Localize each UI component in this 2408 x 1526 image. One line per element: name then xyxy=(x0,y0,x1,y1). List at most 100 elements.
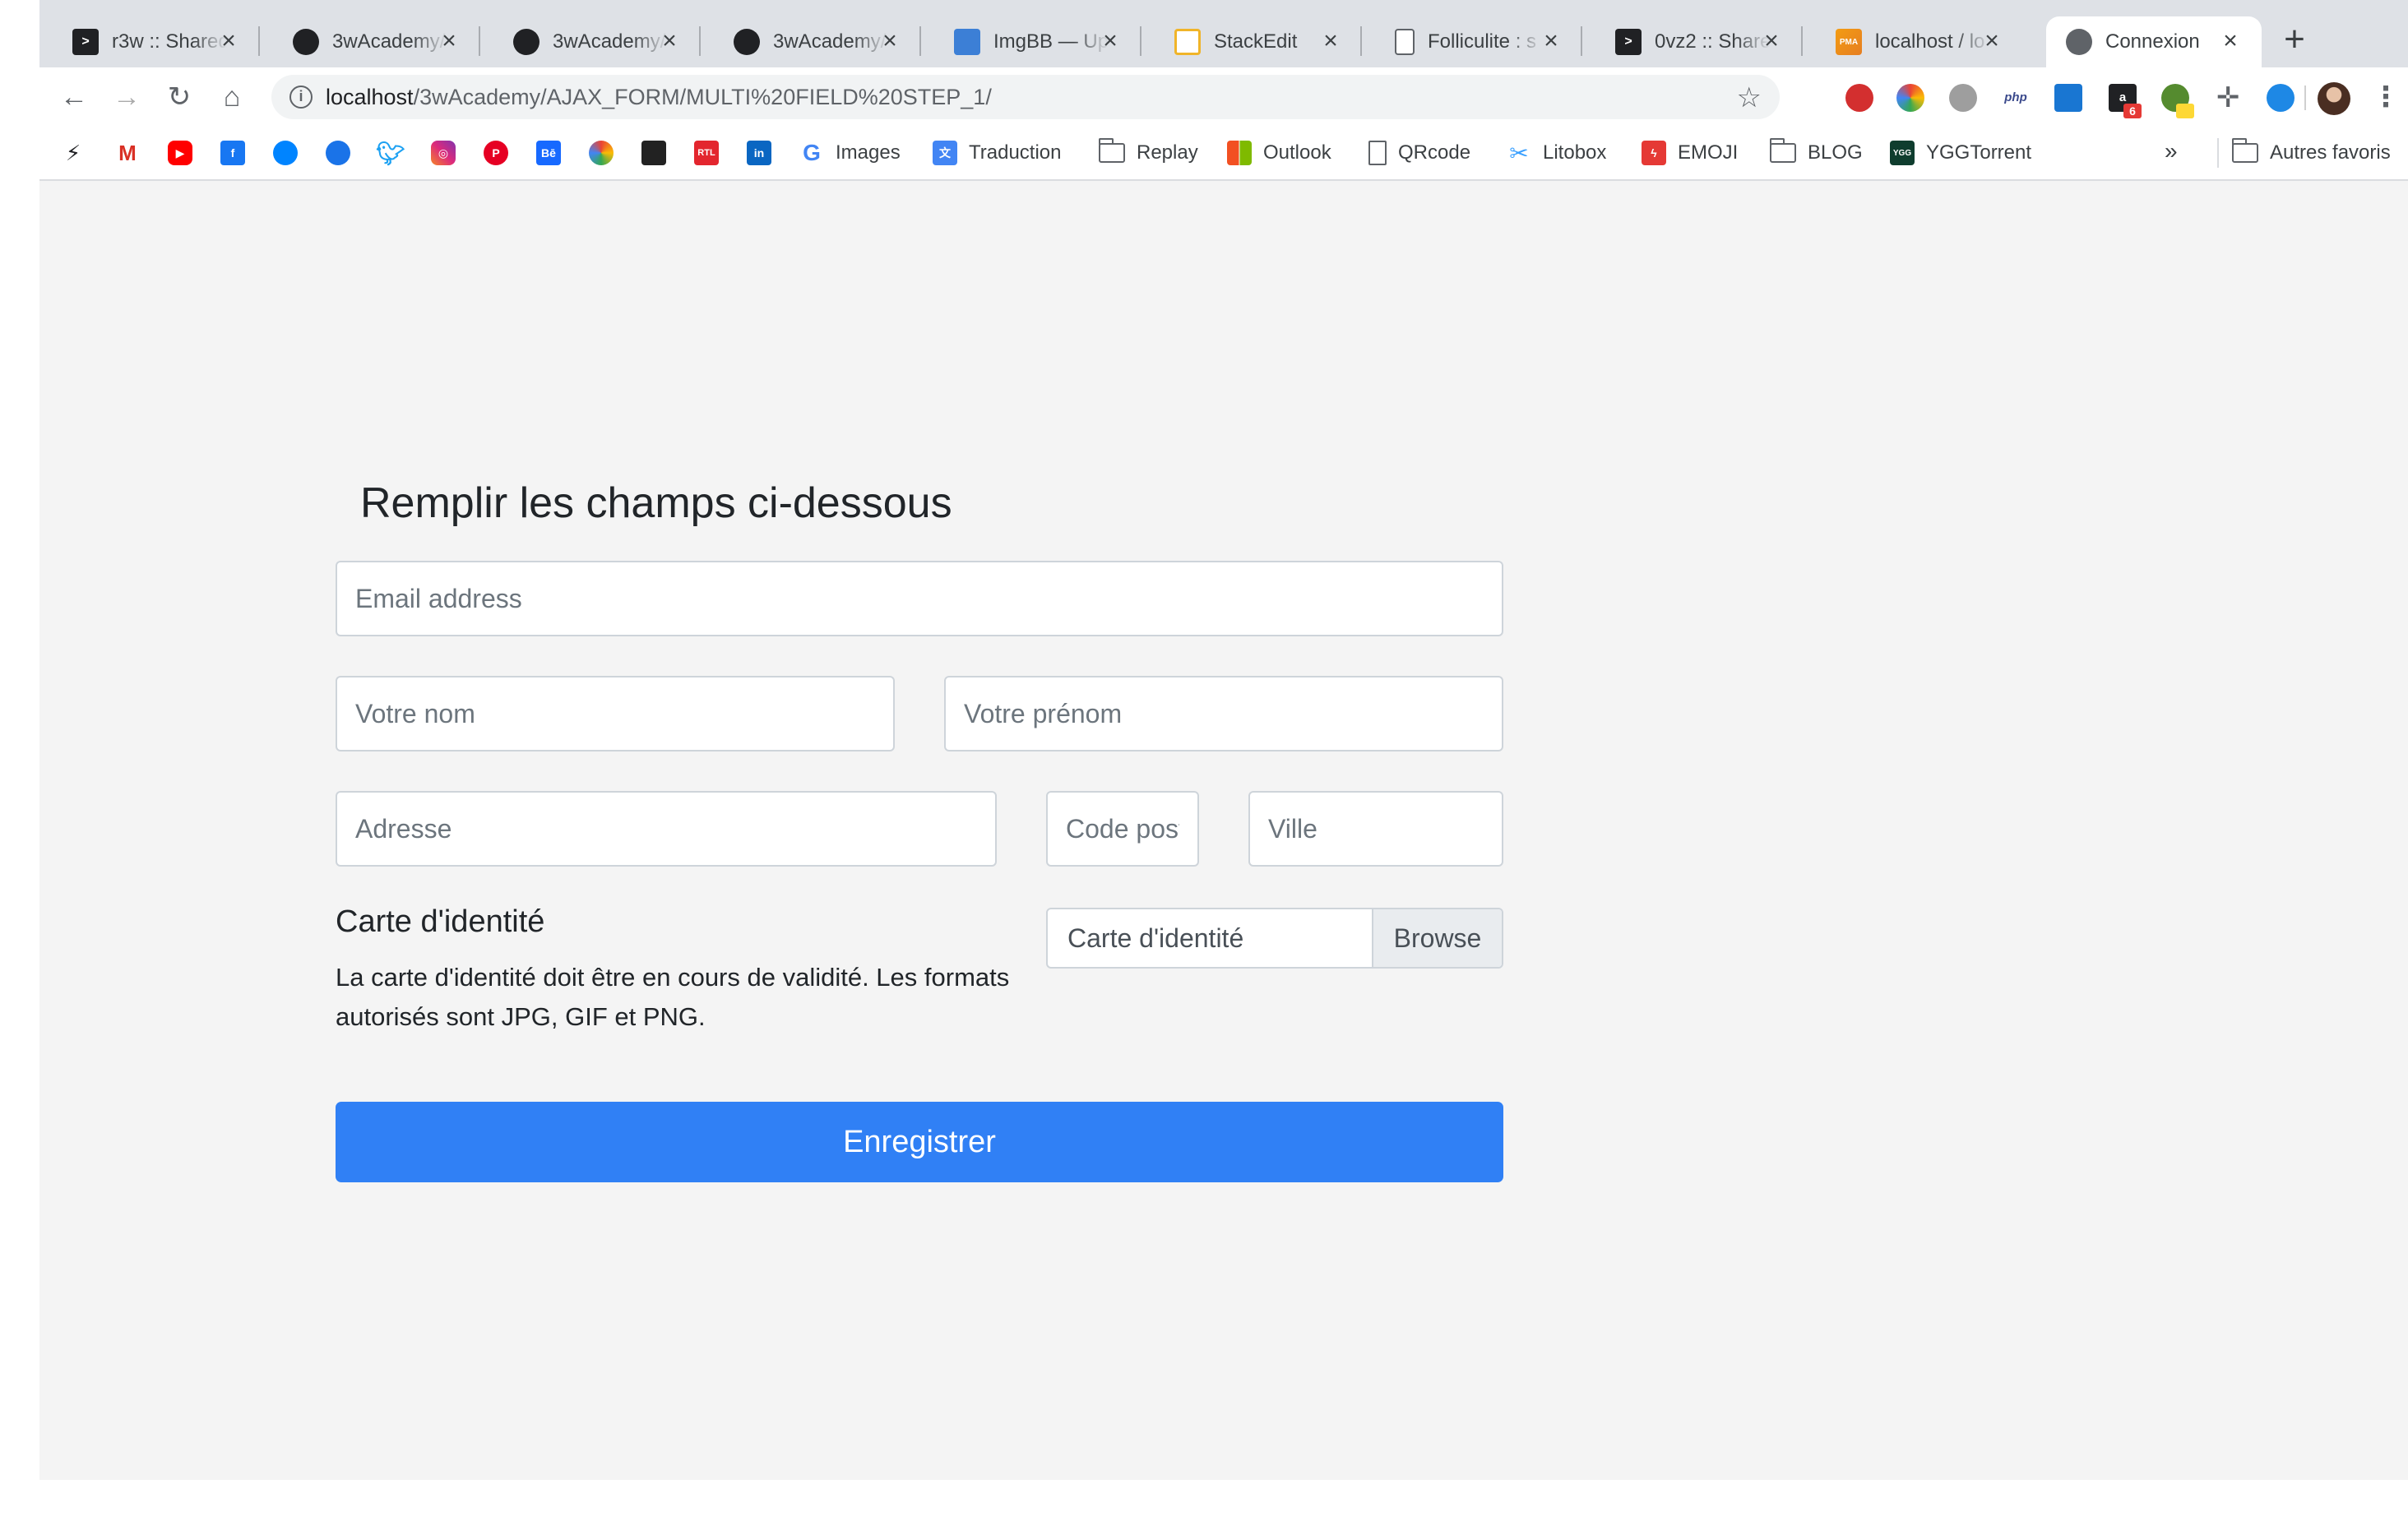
home-icon[interactable]: ⌂ xyxy=(215,81,248,113)
message-icon xyxy=(326,141,350,165)
bookmark-item[interactable]: ϟ EMOJI xyxy=(1642,138,1738,168)
bookmark-item[interactable]: in xyxy=(747,138,771,168)
tab[interactable]: StackEdit × xyxy=(1141,16,1362,67)
id-card-description: La carte d'identité doit être en cours d… xyxy=(336,963,1010,1031)
bookmark-label: Replay xyxy=(1137,141,1198,164)
close-icon[interactable]: × xyxy=(1758,28,1785,54)
bookmark-item[interactable]: 🐦︎ xyxy=(376,138,405,168)
edge-icon[interactable] xyxy=(2267,84,2295,112)
toolbar-divider xyxy=(2304,86,2306,110)
bookmark-item[interactable] xyxy=(273,138,298,168)
s-extension-icon[interactable] xyxy=(2054,84,2082,112)
submit-button[interactable]: Enregistrer xyxy=(336,1102,1503,1182)
close-icon[interactable]: × xyxy=(1979,28,2005,54)
id-card-file-input[interactable]: Carte d'identité Browse xyxy=(1046,908,1503,969)
reload-icon[interactable]: ↻ xyxy=(163,81,196,113)
deezer-icon xyxy=(641,141,666,165)
tab-active[interactable]: Connexion × xyxy=(2046,16,2262,67)
url-text[interactable]: localhost/3wAcademy/AJAX_FORM/MULTI%20FI… xyxy=(326,85,992,110)
bookmark-item[interactable]: M xyxy=(115,138,140,168)
tab[interactable]: 3wAcademy/ × xyxy=(260,16,480,67)
bookmarks-bar: ⚡ M ▶ f 🐦︎ ◎ P Bē RTL in G Images 文 Traduc… xyxy=(39,127,2408,181)
color-picker-icon[interactable] xyxy=(1896,84,1924,112)
nom-field[interactable] xyxy=(336,676,895,751)
move-icon[interactable]: ✛ xyxy=(2214,84,2242,112)
address-bar[interactable]: i localhost/3wAcademy/AJAX_FORM/MULTI%20… xyxy=(271,75,1780,119)
code-postal-field[interactable] xyxy=(1046,791,1199,867)
profile-avatar[interactable] xyxy=(2318,82,2350,115)
close-icon[interactable]: × xyxy=(215,28,242,54)
php-icon[interactable]: php xyxy=(2002,84,2030,112)
github-icon xyxy=(2066,29,2092,55)
browse-button[interactable]: Browse xyxy=(1372,909,1502,967)
close-icon[interactable]: × xyxy=(2217,28,2244,54)
bookmarks-overflow-icon[interactable]: » xyxy=(2165,138,2178,164)
instagram-icon: ◎ xyxy=(431,141,456,165)
tab[interactable]: > r3w :: Shared × xyxy=(39,16,260,67)
bookmark-item[interactable]: 文 Traduction xyxy=(933,138,1062,168)
bookmark-item[interactable]: Outlook xyxy=(1227,138,1331,168)
tab[interactable]: PMA localhost / lo × xyxy=(1803,16,2023,67)
bookmark-item[interactable]: YGG YGGTorrent xyxy=(1890,138,2031,168)
close-icon[interactable]: × xyxy=(656,28,683,54)
notification-badge: 6 xyxy=(2123,104,2142,118)
tab[interactable]: 3wAcademy/ × xyxy=(480,16,701,67)
forward-arrow-icon[interactable]: → xyxy=(110,81,143,113)
bookmark-item[interactable]: P xyxy=(484,138,508,168)
bookmark-item[interactable]: f xyxy=(220,138,245,168)
tab-title: Folliculite : s xyxy=(1428,30,1537,53)
menu-kebab-icon[interactable]: ⋮ xyxy=(2372,82,2400,115)
bookmark-item[interactable] xyxy=(641,138,666,168)
bookmark-item[interactable]: BLOG xyxy=(1769,138,1863,168)
bookmark-item[interactable]: ▶ xyxy=(168,138,192,168)
email-field[interactable] xyxy=(336,561,1503,636)
bookmark-label: Images xyxy=(836,141,901,164)
close-icon[interactable]: × xyxy=(1538,28,1564,54)
tab[interactable]: > 0vz2 :: Share × xyxy=(1582,16,1803,67)
close-icon[interactable]: × xyxy=(1317,28,1344,54)
tab[interactable]: ImgBB — Up × xyxy=(921,16,1141,67)
browser-window: > r3w :: Shared × 3wAcademy/ × 3wAcademy… xyxy=(39,0,2408,1480)
tab[interactable]: Folliculite : s × xyxy=(1362,16,1582,67)
bookmark-item[interactable]: G Images xyxy=(799,138,901,168)
terminal-icon: > xyxy=(1615,29,1642,55)
terminal-icon: > xyxy=(72,29,99,55)
bookmark-item[interactable] xyxy=(589,138,614,168)
other-bookmarks[interactable]: Autres favoris xyxy=(2217,138,2391,168)
close-icon[interactable]: × xyxy=(1097,28,1123,54)
bookmark-item[interactable]: ◎ xyxy=(431,138,456,168)
ville-field[interactable] xyxy=(1248,791,1503,867)
rtl-icon: RTL xyxy=(694,141,719,165)
bookmark-star-icon[interactable]: ☆ xyxy=(1737,81,1762,114)
close-icon[interactable]: × xyxy=(436,28,462,54)
new-tab-button[interactable]: + xyxy=(2278,21,2311,58)
back-arrow-icon[interactable]: ← xyxy=(58,81,90,113)
tab[interactable]: 3wAcademy/ × xyxy=(701,16,921,67)
close-icon[interactable]: × xyxy=(877,28,903,54)
bookmark-item[interactable]: RTL xyxy=(694,138,719,168)
bookmark-item[interactable]: ✂ Litobox xyxy=(1507,138,1606,168)
adresse-field[interactable] xyxy=(336,791,997,867)
github-icon xyxy=(513,29,539,55)
extension-badge xyxy=(2176,104,2194,118)
tab-title: ImgBB — Up xyxy=(993,30,1109,53)
bookmark-item[interactable] xyxy=(326,138,350,168)
tab-title: Connexion xyxy=(2105,30,2200,53)
bookmark-item[interactable]: Replay xyxy=(1098,138,1198,168)
bookmark-label: Autres favoris xyxy=(2270,141,2391,164)
github-icon xyxy=(293,29,319,55)
url-host: localhost xyxy=(326,85,414,109)
bookmark-item[interactable]: ⚡ xyxy=(61,138,86,168)
bookmark-item[interactable]: QRcode xyxy=(1368,138,1470,168)
document-icon xyxy=(1368,141,1387,165)
linkedin-icon: in xyxy=(747,141,771,165)
page-title: Remplir les champs ci-dessous xyxy=(360,479,952,527)
bookmark-label: QRcode xyxy=(1398,141,1471,164)
prenom-field[interactable] xyxy=(944,676,1503,751)
adblock-icon[interactable] xyxy=(1845,84,1873,112)
folder-icon xyxy=(1769,138,1796,163)
info-icon[interactable]: i xyxy=(289,86,313,109)
bookmark-item[interactable]: Bē xyxy=(536,138,561,168)
folder-icon xyxy=(1098,138,1125,163)
circle-extension-icon[interactable] xyxy=(1949,84,1977,112)
